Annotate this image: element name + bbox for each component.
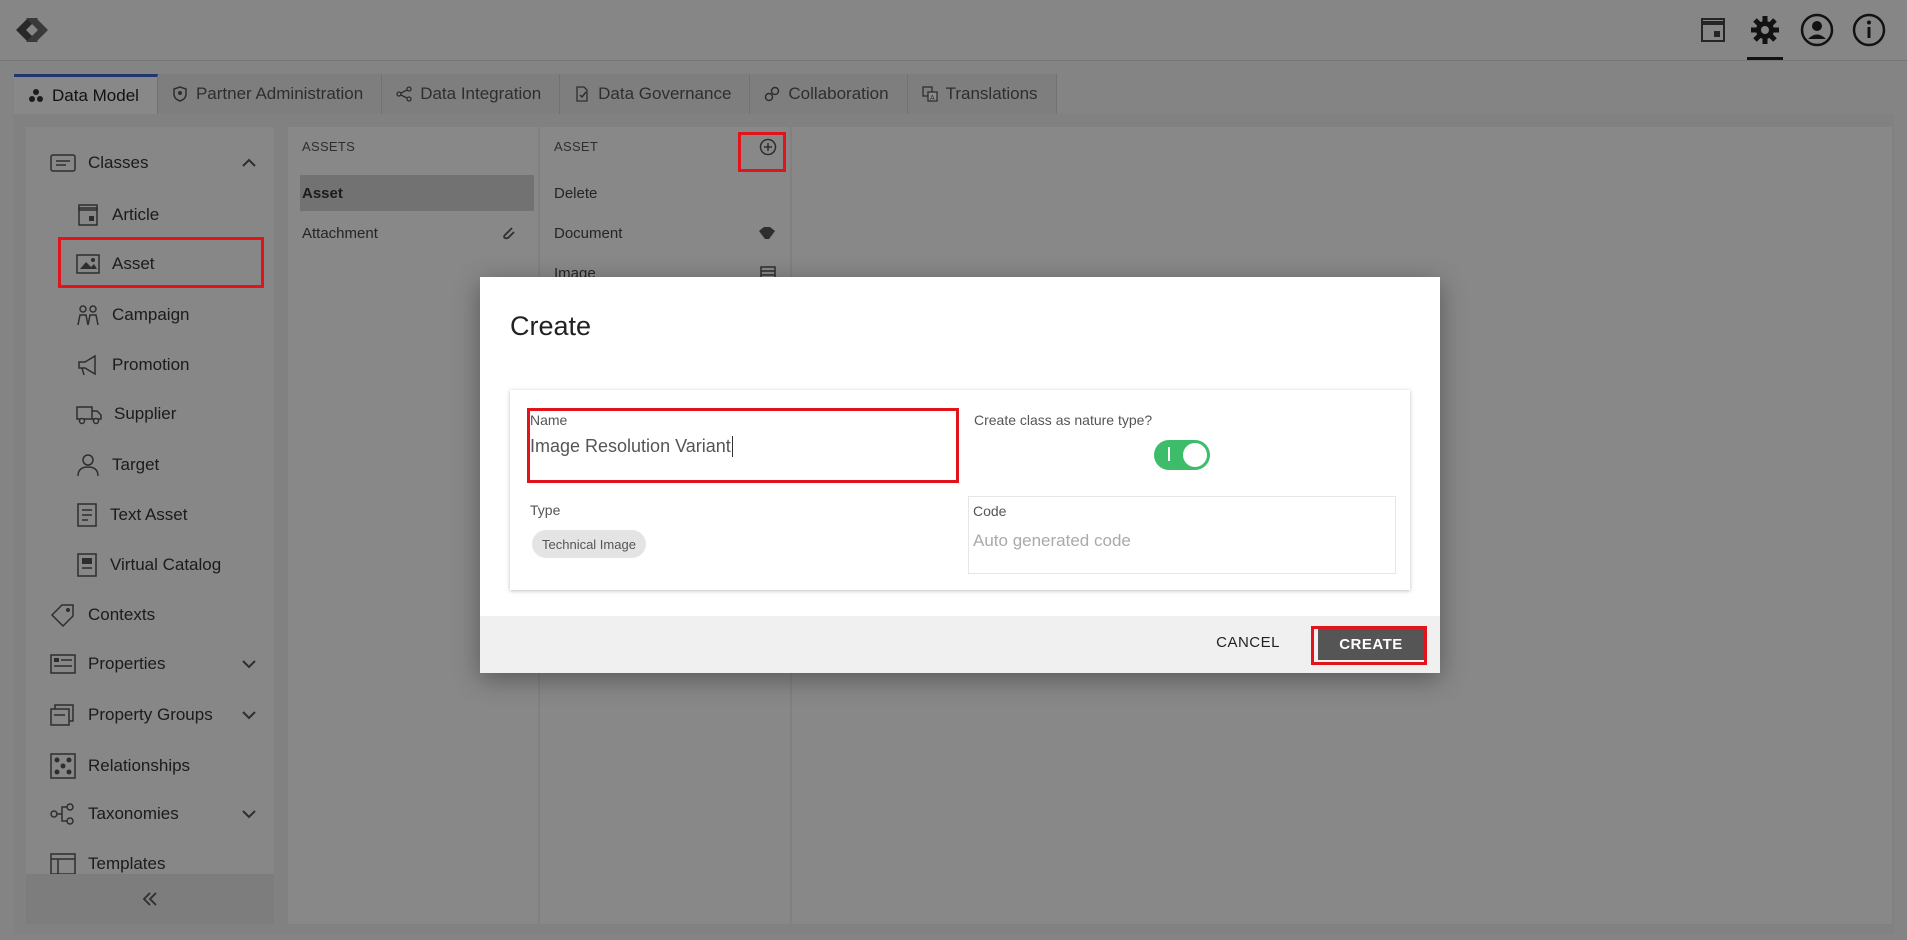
nature-type-field: Create class as nature type? [970, 406, 1394, 482]
code-field[interactable]: Code Auto generated code [968, 496, 1396, 574]
dialog-form-card: Name Image Resolution Variant Create cla… [510, 390, 1410, 590]
type-chip[interactable]: Technical Image [532, 530, 646, 558]
dialog-title: Create [510, 311, 592, 341]
name-field-label: Name [530, 412, 568, 428]
code-input[interactable]: Auto generated code [973, 531, 1131, 551]
nature-type-label: Create class as nature type? [974, 412, 1153, 428]
code-field-label: Code [973, 503, 1007, 519]
type-field: Type Technical Image [526, 496, 952, 570]
create-button[interactable]: CREATE [1318, 628, 1424, 660]
name-input[interactable]: Image Resolution Variant [530, 436, 733, 457]
nature-type-toggle[interactable] [1154, 440, 1210, 470]
cancel-button[interactable]: CANCEL [1216, 634, 1280, 651]
create-dialog: Create Name Image Resolution Variant Cre… [480, 277, 1440, 673]
toggle-knob [1183, 443, 1207, 467]
toggle-on-mark [1168, 447, 1170, 461]
dialog-footer: CANCEL CREATE [480, 616, 1440, 673]
type-field-label: Type [530, 502, 561, 518]
name-field[interactable]: Name Image Resolution Variant [526, 406, 952, 466]
